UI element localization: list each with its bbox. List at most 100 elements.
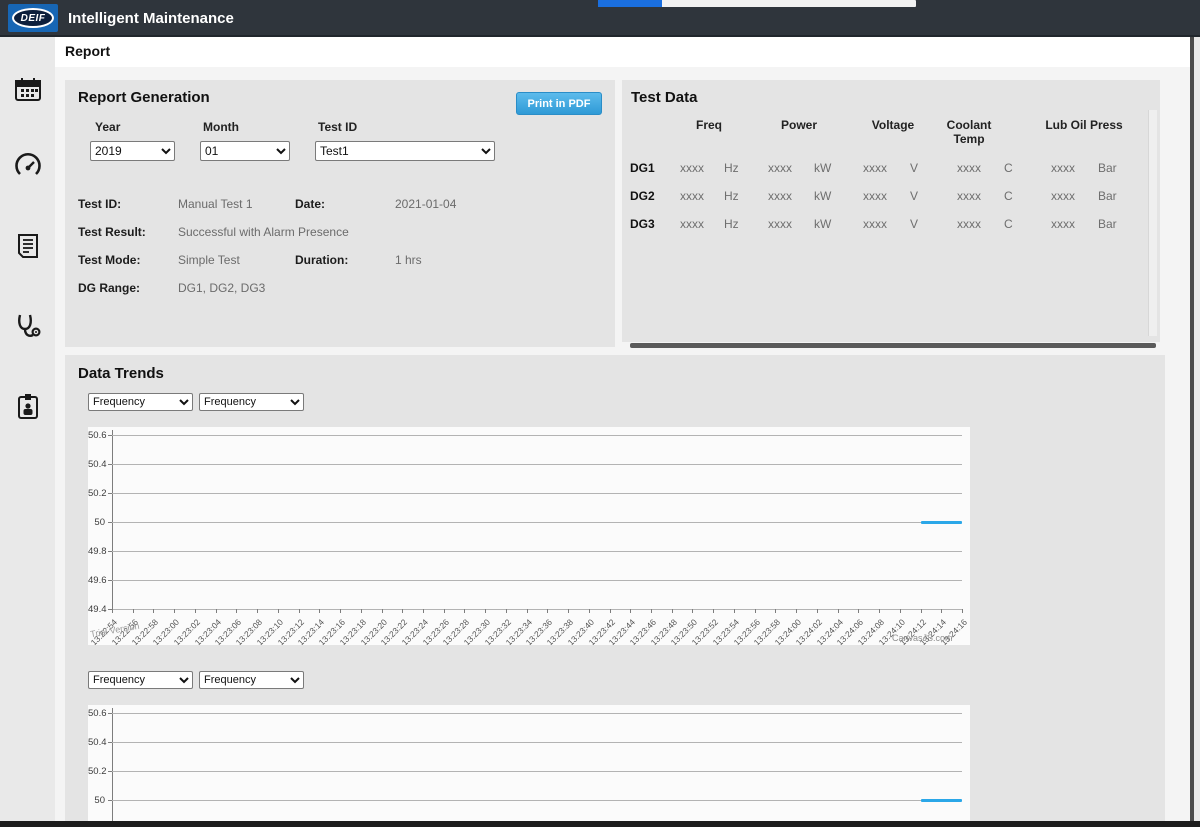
x-tick bbox=[547, 609, 548, 613]
canvasjs-watermark: CanvasJS.com bbox=[892, 633, 953, 643]
x-tick bbox=[319, 609, 320, 613]
print-in-pdf-button[interactable]: Print in PDF bbox=[516, 92, 602, 115]
y-tick bbox=[108, 522, 112, 523]
x-tick bbox=[174, 609, 175, 613]
x-tick bbox=[133, 609, 134, 613]
gridline bbox=[112, 580, 962, 581]
sidebar-item-diagnostics[interactable] bbox=[11, 309, 45, 343]
row-label: DG1 bbox=[630, 161, 666, 189]
cell-value: xxxx bbox=[666, 161, 718, 189]
column-header: Freq bbox=[666, 118, 752, 161]
summary-row: Test Result:Successful with Alarm Presen… bbox=[65, 225, 615, 245]
test-data-table: FreqPowerVoltageCoolantTempLub Oil Press… bbox=[630, 118, 1134, 245]
month-select[interactable]: 01 bbox=[200, 141, 290, 161]
x-tick bbox=[879, 609, 880, 613]
cell-unit: kW bbox=[808, 217, 846, 245]
app-title: Intelligent Maintenance bbox=[68, 0, 234, 37]
x-tick bbox=[527, 609, 528, 613]
cell-value: xxxx bbox=[1034, 189, 1092, 217]
loading-progress-bar bbox=[598, 0, 916, 7]
x-tick bbox=[610, 609, 611, 613]
test-data-panel: Test Data FreqPowerVoltageCoolantTempLub… bbox=[622, 80, 1160, 342]
test-data-vertical-scrollbar[interactable] bbox=[1148, 110, 1157, 336]
x-tick bbox=[921, 609, 922, 613]
trend-parameter-select[interactable]: Frequency bbox=[88, 671, 193, 689]
x-tick bbox=[153, 609, 154, 613]
stethoscope-icon bbox=[13, 311, 43, 341]
loading-progress-fill bbox=[598, 0, 662, 7]
summary-dv2: 1 hrs bbox=[395, 253, 422, 267]
y-tick bbox=[108, 800, 112, 801]
y-tick-label: 49.4 bbox=[88, 604, 105, 615]
y-tick-label: 50.6 bbox=[88, 430, 105, 441]
y-tick bbox=[108, 493, 112, 494]
sidebar-item-calendar[interactable] bbox=[11, 73, 45, 107]
cell-unit: Hz bbox=[718, 161, 752, 189]
gridline bbox=[112, 464, 962, 465]
sidebar-nav bbox=[0, 37, 55, 821]
gridline bbox=[112, 435, 962, 436]
x-tick bbox=[485, 609, 486, 613]
column-header: Power bbox=[752, 118, 846, 161]
x-tick bbox=[713, 609, 714, 613]
cell-unit: V bbox=[904, 189, 940, 217]
summary-dv: Simple Test bbox=[178, 253, 240, 267]
deif-logo[interactable]: DEIF bbox=[8, 4, 58, 32]
cell-value: xxxx bbox=[846, 217, 904, 245]
y-tick-label: 50.2 bbox=[88, 488, 105, 499]
trend-parameter-select[interactable]: Frequency bbox=[199, 671, 304, 689]
gridline bbox=[112, 551, 962, 552]
summary-dv: Successful with Alarm Presence bbox=[178, 225, 349, 239]
column-header: Lub Oil Press bbox=[1034, 118, 1134, 161]
summary-dl2: Duration: bbox=[295, 253, 348, 267]
cell-unit: V bbox=[904, 161, 940, 189]
x-tick bbox=[361, 609, 362, 613]
deif-logo-text: DEIF bbox=[21, 13, 46, 24]
sidebar-item-audit[interactable] bbox=[11, 389, 45, 423]
x-tick bbox=[672, 609, 673, 613]
trend-parameter-select[interactable]: Frequency bbox=[88, 393, 193, 411]
sidebar-item-report[interactable] bbox=[11, 229, 45, 263]
trend-parameter-select[interactable]: Frequency bbox=[199, 393, 304, 411]
y-tick bbox=[108, 580, 112, 581]
x-tick bbox=[423, 609, 424, 613]
cell-value: xxxx bbox=[846, 161, 904, 189]
x-tick bbox=[402, 609, 403, 613]
clipboard-person-icon bbox=[13, 391, 43, 421]
x-tick bbox=[236, 609, 237, 613]
window-right-scroll-area[interactable] bbox=[1194, 37, 1200, 821]
year-select[interactable]: 2019 bbox=[90, 141, 175, 161]
x-tick bbox=[112, 609, 113, 613]
summary-row: Test Mode:Simple TestDuration:1 hrs bbox=[65, 253, 615, 273]
x-tick bbox=[775, 609, 776, 613]
gridline bbox=[112, 771, 962, 772]
x-tick bbox=[651, 609, 652, 613]
report-generation-panel: Report Generation Print in PDF Year Mont… bbox=[65, 80, 615, 347]
summary-row: Test ID:Manual Test 1Date:2021-01-04 bbox=[65, 197, 615, 217]
summary-dv: DG1, DG2, DG3 bbox=[178, 281, 265, 295]
y-axis-line bbox=[112, 430, 113, 609]
frequency-chart-1: 50.650.450.25049.849.649.413:22:5413:22:… bbox=[88, 427, 970, 645]
summary-dv: Manual Test 1 bbox=[178, 197, 253, 211]
data-trends-title: Data Trends bbox=[78, 365, 164, 382]
test-data-horizontal-scrollbar[interactable] bbox=[630, 343, 1156, 348]
sidebar-item-dashboard[interactable] bbox=[11, 149, 45, 183]
chart1-selectors: Frequency Frequency bbox=[88, 393, 304, 411]
summary-dl: Test ID: bbox=[78, 197, 121, 211]
month-label: Month bbox=[203, 120, 239, 134]
page-title: Report bbox=[65, 43, 110, 59]
y-tick bbox=[108, 742, 112, 743]
cell-value: xxxx bbox=[1034, 161, 1092, 189]
gauge-icon bbox=[13, 151, 43, 181]
y-tick-label: 50 bbox=[88, 517, 105, 528]
testid-label: Test ID bbox=[318, 120, 357, 134]
cell-unit: Bar bbox=[1092, 189, 1134, 217]
series-line-Frequency bbox=[921, 521, 962, 524]
table-corner bbox=[630, 118, 666, 146]
x-tick bbox=[568, 609, 569, 613]
x-tick bbox=[900, 609, 901, 613]
top-bar: DEIF Intelligent Maintenance bbox=[0, 0, 1200, 37]
testid-select[interactable]: Test1 bbox=[315, 141, 495, 161]
x-tick bbox=[838, 609, 839, 613]
cell-value: xxxx bbox=[940, 217, 998, 245]
